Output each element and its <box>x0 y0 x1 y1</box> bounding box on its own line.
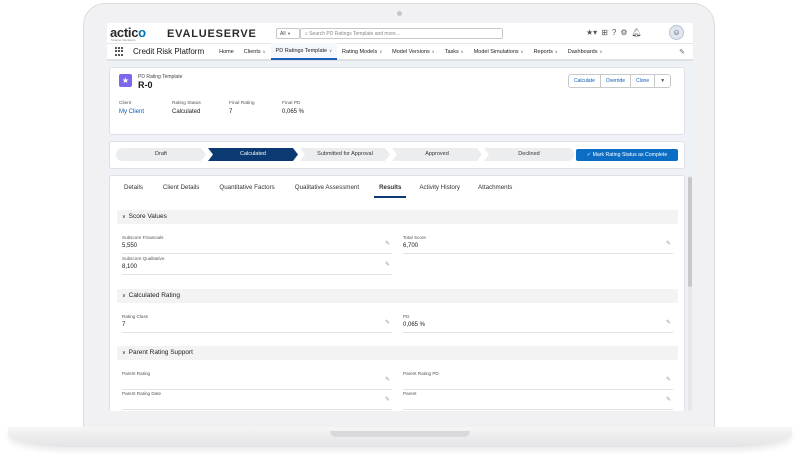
edit-pencil-icon[interactable]: ✎ <box>666 240 671 247</box>
path-step-submitted[interactable]: Submitted for Approval <box>300 148 390 161</box>
edit-pencil-icon[interactable]: ✎ <box>385 396 390 403</box>
favorites-icon[interactable]: ★▾ <box>586 28 597 37</box>
nav-item-rating-models[interactable]: Rating Models ∨ <box>337 43 387 60</box>
nav-item-model-versions[interactable]: Model Versions ∨ <box>387 43 440 60</box>
app-screen: actico Smarter Decisions EVALUESERVE All… <box>107 23 693 411</box>
tab-activity-history[interactable]: Activity History <box>414 184 465 198</box>
edit-pencil-icon[interactable]: ✎ <box>666 396 671 403</box>
field-total-score: Total Score 6,700 ✎ <box>403 235 673 254</box>
highlight-rating-status: Rating Status Calculated <box>172 101 201 115</box>
clone-button[interactable]: Clone <box>631 75 656 87</box>
record-actions: Calculate Override Clone ▼ <box>568 74 672 88</box>
calculate-button[interactable]: Calculate <box>569 75 601 87</box>
bell-icon[interactable]: 🔔︎ <box>632 28 642 37</box>
path-step-calculated[interactable]: Calculated <box>208 148 298 161</box>
client-link[interactable]: My Client <box>119 109 144 115</box>
chevron-down-icon[interactable]: ∨ <box>263 49 266 54</box>
tab-client-details[interactable]: Client Details <box>158 184 204 198</box>
field-parent-rating-pd: Parent Rating PD ✎ <box>403 371 673 390</box>
chevron-down-icon[interactable]: ∨ <box>599 49 602 54</box>
evalueserve-logo: EVALUESERVE <box>167 28 257 40</box>
section-parent-rating-support[interactable]: ∨ Parent Rating Support <box>117 346 678 360</box>
logo-tagline: Smarter Decisions <box>111 38 136 42</box>
field-subscore-qualitative: Subscore Qualitative 8,100 ✎ <box>122 256 392 275</box>
laptop-notch <box>330 431 470 437</box>
chevron-down-icon[interactable]: ∨ <box>432 49 435 54</box>
chevron-down-icon[interactable]: ∨ <box>379 49 382 54</box>
field-parent: Parent ✎ <box>403 391 673 410</box>
app-launcher-icon[interactable] <box>115 46 125 57</box>
nav-item-pd-ratings-template[interactable]: PD Ratings Template ∨ <box>270 43 338 60</box>
record-header: ★ PD Rating Template R-0 Calculate Overr… <box>109 67 685 135</box>
app-name: Credit Risk Platform <box>133 47 205 56</box>
edit-pencil-icon[interactable]: ✎ <box>385 261 390 268</box>
edit-pencil-icon[interactable]: ✎ <box>385 319 390 326</box>
edit-pencil-icon[interactable]: ✎ <box>666 376 671 383</box>
nav-item-tasks[interactable]: Tasks ∨ <box>440 43 469 60</box>
path-step-approved[interactable]: Approved <box>392 148 482 161</box>
edit-pencil-icon[interactable]: ✎ <box>385 240 390 247</box>
tab-results[interactable]: Results <box>374 184 407 198</box>
status-path: Draft Calculated Submitted for Approval … <box>116 148 576 161</box>
field-pd: PD 0,065 % ✎ <box>403 314 673 333</box>
field-subscore-financials: Subscore Financials 5,550 ✎ <box>122 235 392 254</box>
help-icon[interactable]: ? <box>612 28 616 37</box>
search-icon: ⌕ <box>305 31 308 37</box>
page-scrollbar[interactable] <box>688 176 692 411</box>
nav-item-home[interactable]: Home <box>214 43 239 60</box>
global-search-input[interactable]: ⌕ Search PD Ratings Template and more... <box>300 28 503 39</box>
tab-bar: Details Client Details Quantitative Fact… <box>119 184 517 198</box>
record-name: R-0 <box>138 80 153 90</box>
gear-icon[interactable]: ⚙ <box>620 28 627 37</box>
path-step-declined[interactable]: Declined <box>484 148 574 161</box>
highlight-client: Client My Client <box>119 101 145 115</box>
chevron-down-icon[interactable]: ∨ <box>521 49 524 54</box>
tab-attachments[interactable]: Attachments <box>473 184 517 198</box>
nav-item-clients[interactable]: Clients ∨ <box>239 43 271 60</box>
chevron-down-icon[interactable]: ∨ <box>329 48 332 53</box>
tab-details[interactable]: Details <box>119 184 148 198</box>
path-step-draft[interactable]: Draft <box>116 148 206 161</box>
tab-quantitative-factors[interactable]: Quantitative Factors <box>214 184 279 198</box>
app-nav-bar: Credit Risk Platform Home Clients ∨ PD Ra… <box>107 43 693 61</box>
laptop-base <box>8 427 792 447</box>
chevron-down-icon: ∨ <box>122 293 126 299</box>
field-parent-rating: Parent Rating ✎ <box>122 371 392 390</box>
highlight-final-pd: Final PD 0,065 % <box>282 101 305 115</box>
tab-qualitative-assessment[interactable]: Qualitative Assessment <box>290 184 364 198</box>
chevron-down-icon: ∨ <box>122 214 126 220</box>
user-avatar[interactable]: ☺ <box>669 25 684 40</box>
edit-pencil-icon[interactable]: ✎ <box>385 376 390 383</box>
field-rating-class: Rating Class 7 ✎ <box>122 314 392 333</box>
camera-icon <box>397 11 402 16</box>
chevron-down-icon[interactable]: ∨ <box>555 49 558 54</box>
override-button[interactable]: Override <box>600 75 632 87</box>
nav-item-dashboards[interactable]: Dashboards ∨ <box>563 43 608 60</box>
add-icon[interactable]: ⊞ <box>601 28 608 37</box>
mark-status-complete-button[interactable]: ✓ Mark Rating Status as Complete <box>576 149 678 161</box>
record-type-icon: ★ <box>119 74 132 87</box>
highlight-final-rating: Final Rating 7 <box>229 101 255 115</box>
nav-item-reports[interactable]: Reports ∨ <box>529 43 563 60</box>
more-actions-icon[interactable]: ▼ <box>655 75 671 87</box>
chevron-down-icon: ∨ <box>122 350 126 356</box>
nav-item-model-simulations[interactable]: Model Simulations ∨ <box>469 43 529 60</box>
field-parent-rating-date: Parent Rating Date ✎ <box>122 391 392 410</box>
section-calculated-rating[interactable]: ∨ Calculated Rating <box>117 289 678 303</box>
edit-nav-icon[interactable]: ✎ <box>679 48 685 56</box>
search-scope-select[interactable]: All ▼ <box>276 28 300 39</box>
edit-pencil-icon[interactable]: ✎ <box>666 319 671 326</box>
global-header: actico Smarter Decisions EVALUESERVE All… <box>107 23 693 44</box>
section-score-values[interactable]: ∨ Score Values <box>117 210 678 224</box>
check-icon: ✓ <box>586 152 592 158</box>
chevron-down-icon[interactable]: ∨ <box>461 49 464 54</box>
header-icons: ★▾ ⊞ ? ⚙ 🔔︎ <box>586 28 642 37</box>
